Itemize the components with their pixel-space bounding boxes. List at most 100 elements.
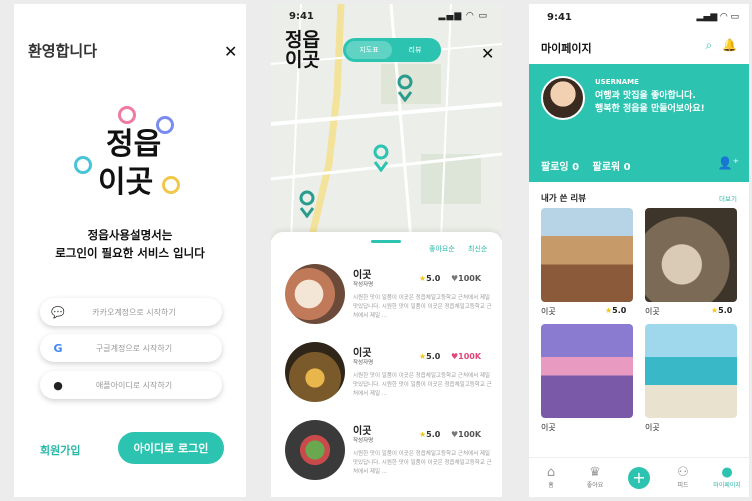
plus-icon: + [628,466,650,489]
nav-label: 좋아요 [586,482,604,489]
likes-count: 100K [458,352,482,361]
status-time: 9:41 [289,11,314,22]
place-likes[interactable]: ♥100K [451,274,481,283]
logo-text-top: 정읍 [285,29,320,51]
map-pin[interactable] [397,74,413,103]
people-icon: ⚇ [677,465,689,480]
section-title: 내가 쓴 리뷰 [541,194,587,204]
place-name: 이곳 [353,426,372,437]
likes-count: 100K [458,430,482,439]
google-login-button[interactable]: G 구글계정으로 시작하기 [40,334,222,362]
nav-label: 홈 [548,482,554,489]
review-photo [541,208,633,302]
mypage-screen: 9:41 ▂▄▆ ◠ ▭ 마이페이지 ⌕ 🔔 USERNAME 여행과 맛집을 … [529,4,749,497]
logo-ring [162,176,180,194]
rating-value: 5.0 [718,306,733,315]
signup-link[interactable]: 회원가입 [40,442,80,458]
place-rating: ★5.0 [419,430,440,439]
tab-map[interactable]: 지도표 [346,41,392,59]
avatar[interactable] [541,76,585,120]
kakao-login-label: 카카오계정으로 시작하기 [92,307,176,317]
rating-value: 5.0 [426,430,441,439]
place-likes[interactable]: ♥100K [451,352,481,361]
rating-value: 5.0 [426,274,441,283]
status-time: 9:41 [547,12,572,23]
logo-ring [74,156,92,174]
followers-count[interactable]: 팔로워 0 [593,162,631,173]
nav-mypage[interactable]: ● 마이페이지 [705,458,749,497]
logo-text-bottom: 이곳 [98,165,154,200]
review-tile[interactable] [645,324,737,418]
bottom-nav: ⌂ 홈 ♛ 좋아요 + ⚇ 피드 ● 마이페이지 [529,457,749,497]
place-description: 시원한 맛이 일품이 이곳은 정읍체일고등학교 근처에서 제일 맛있답니다. 시… [353,373,492,397]
search-icon[interactable]: ⌕ [705,38,712,52]
review-caption: 이곳 [541,423,556,432]
home-icon: ⌂ [546,465,556,480]
app-logo: 정읍 이곳 [72,104,192,216]
page-title: 환영합니다 [28,42,98,60]
place-card[interactable]: 이곳 작성자명 ★5.0 ♥100K 시원한 맛이 일품이 이곳은 정읍체일고등… [281,420,493,484]
nav-likes[interactable]: ♛ 좋아요 [573,458,617,497]
author-name: 작성자명 [353,438,374,444]
map-pin[interactable] [299,190,315,219]
crown-icon: ♛ [589,465,601,480]
apple-login-button[interactable]: ● 애플아이디로 시작하기 [40,371,222,399]
drag-handle[interactable] [371,240,401,243]
kakao-login-button[interactable]: 💬 카카오계정으로 시작하기 [40,298,222,326]
review-tile[interactable] [541,324,633,418]
place-name: 이곳 [353,348,372,359]
header-actions: ⌕ 🔔 [705,38,737,53]
review-rating: ★5.0 [711,306,732,315]
sort-recent[interactable]: 최신순 [468,244,487,254]
more-link[interactable]: 더보기 [719,193,737,203]
id-login-button[interactable]: 아이디로 로그인 [118,432,224,464]
apple-login-label: 애플아이디로 시작하기 [95,380,173,390]
place-card[interactable]: 이곳 작성자명 ★5.0 ♥100K 시원한 맛이 일품이 이곳은 정읍체일고등… [281,342,493,406]
place-photo [285,420,345,480]
place-name: 이곳 [353,270,372,281]
add-friend-icon[interactable]: 👤⁺ [718,156,739,170]
place-photo [285,342,345,402]
following-count[interactable]: 팔로잉 0 [541,162,579,173]
tab-review[interactable]: 리뷰 [392,41,438,59]
review-photo [645,324,737,418]
place-card[interactable]: 이곳 작성자명 ★5.0 ♥100K 시원한 맛이 일품이 이곳은 정읍체일고등… [281,264,493,328]
place-likes[interactable]: ♥100K [451,430,481,439]
sort-popular[interactable]: 좋아요순 [429,244,455,254]
message-line: 정읍사용설명서는 [87,228,173,242]
status-icons: ▂▄▆ ◠ ▭ [438,11,488,21]
status-icons: ▂▄▆ ◠ ▭ [696,12,739,22]
rating-value: 5.0 [426,352,441,361]
user-icon: ● [721,465,733,480]
page-title: 마이페이지 [541,42,592,55]
nav-add[interactable]: + [617,458,661,497]
review-photo [541,324,633,418]
review-tile[interactable] [541,208,633,302]
view-toggle[interactable]: 지도표 리뷰 [343,38,441,62]
place-list-sheet: 좋아요순 최신순 이곳 작성자명 ★5.0 ♥100K 시원한 맛이 일품이 이… [271,232,502,497]
nav-home[interactable]: ⌂ 홈 [529,458,573,497]
close-icon[interactable]: ✕ [224,42,237,61]
review-rating: ★5.0 [605,306,626,315]
review-photo [645,208,737,302]
rating-value: 5.0 [612,306,627,315]
apple-icon: ● [53,378,63,392]
review-caption: 이곳 [541,307,556,316]
profile-bio: 여행과 맛집을 좋아합니다. 행복한 정읍을 만들어보아요! [595,90,705,116]
logo-text-bottom: 이곳 [285,49,320,71]
kakao-icon: 💬 [51,305,65,319]
place-description: 시원한 맛이 일품이 이곳은 정읍체일고등학교 근처에서 제일 맛있답니다. 시… [353,451,492,475]
place-rating: ★5.0 [419,274,440,283]
review-tile[interactable] [645,208,737,302]
nav-label: 마이페이지 [713,482,741,489]
nav-feed[interactable]: ⚇ 피드 [661,458,705,497]
close-icon[interactable]: ✕ [481,44,494,63]
map-pin[interactable] [373,144,389,173]
logo-ring [118,106,136,124]
status-bar: 9:41 ▂▄▆ ◠ ▭ [271,11,502,25]
nav-label: 피드 [677,482,689,489]
google-icon: G [53,341,63,355]
login-required-message: 정읍사용설명서는 로그인이 필요한 서비스 입니다 [14,226,246,262]
map-screen: 9:41 ▂▄▆ ◠ ▭ 정읍 이곳 지도표 리뷰 ✕ 좋아요순 최신순 이곳 … [271,4,502,497]
bell-icon[interactable]: 🔔 [722,38,737,52]
